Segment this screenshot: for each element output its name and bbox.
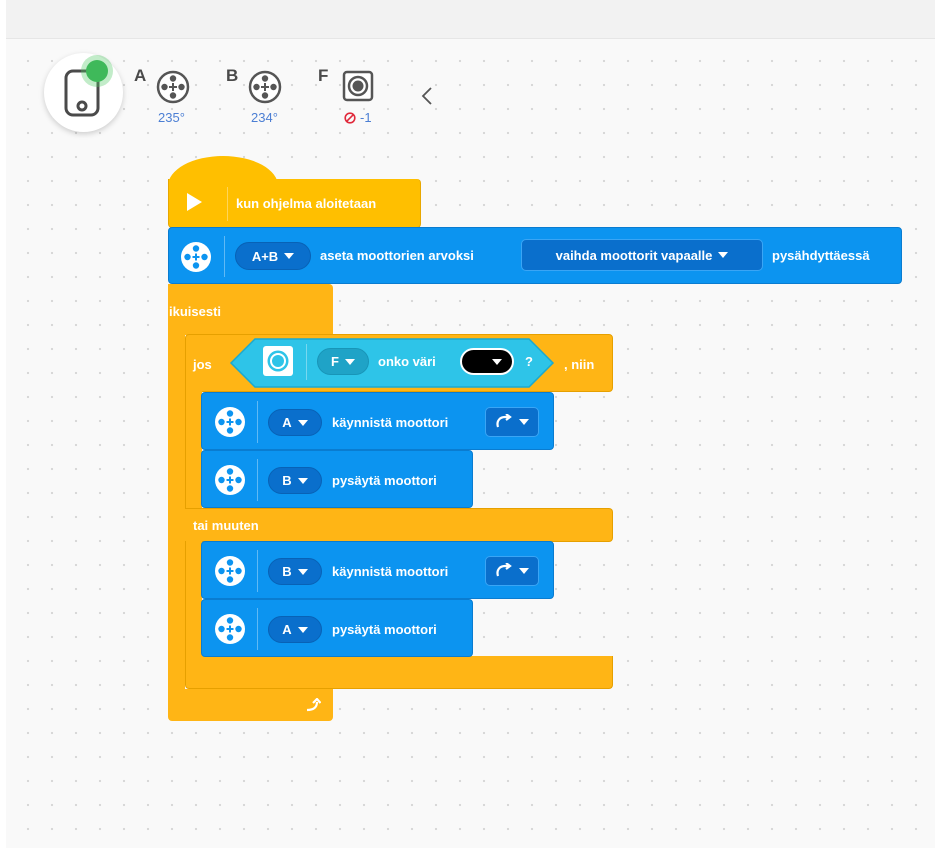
- forever-block-footer: [168, 689, 333, 721]
- direction-dropdown[interactable]: [485, 556, 539, 586]
- caret-down-icon: [297, 626, 308, 633]
- port-letter: F: [318, 66, 329, 85]
- port-value: 234°: [251, 110, 278, 125]
- caret-down-icon: [344, 358, 355, 365]
- start-motor-block[interactable]: B käynnistä moottori: [201, 541, 554, 599]
- motor-port-dropdown[interactable]: B: [268, 467, 322, 494]
- hub-connect-button[interactable]: [44, 53, 123, 132]
- motor-port-dropdown[interactable]: A+B: [235, 242, 311, 270]
- start-motor-block[interactable]: A käynnistä moottori: [201, 392, 554, 450]
- caret-down-icon: [297, 477, 308, 484]
- stop-motor-block[interactable]: A pysäytä moottori: [201, 599, 473, 657]
- color-sensor-icon: [342, 70, 374, 102]
- clockwise-icon: [496, 414, 512, 428]
- stop-mode-dropdown[interactable]: vaihda moottorit vapaalle: [521, 239, 763, 271]
- top-toolbar: [0, 0, 935, 39]
- motor-icon: [215, 407, 245, 437]
- if-else-footer: [185, 656, 613, 689]
- port-letter: B: [226, 66, 239, 85]
- play-icon: [187, 193, 202, 211]
- chevron-left-icon[interactable]: [420, 86, 434, 106]
- caret-down-icon: [297, 568, 308, 575]
- block-label: kun ohjelma aloitetaan: [236, 196, 377, 211]
- stop-motor-block[interactable]: B pysäytä moottori: [201, 450, 473, 508]
- port-value: 235°: [158, 110, 185, 125]
- caret-down-icon: [718, 252, 729, 258]
- motor-icon: [215, 614, 245, 644]
- caret-down-icon: [297, 419, 308, 426]
- port-b-indicator[interactable]: B 234°: [226, 66, 296, 126]
- motor-port-dropdown[interactable]: A: [268, 616, 322, 643]
- forever-block[interactable]: ikuisesti: [168, 284, 333, 335]
- motor-port-dropdown[interactable]: B: [268, 558, 322, 585]
- motor-port-dropdown[interactable]: A: [268, 409, 322, 436]
- motor-icon: [181, 242, 211, 272]
- motor-icon: [248, 70, 282, 104]
- no-color-icon: [344, 112, 356, 124]
- sensor-port-dropdown[interactable]: F: [317, 348, 369, 375]
- caret-down-icon: [519, 419, 529, 425]
- motor-icon: [215, 465, 245, 495]
- when-program-starts-block[interactable]: kun ohjelma aloitetaan: [168, 179, 421, 228]
- caret-down-icon: [492, 358, 502, 365]
- caret-down-icon: [519, 568, 529, 574]
- port-value: -1: [360, 110, 372, 125]
- color-sensor-icon: [263, 346, 293, 376]
- motor-icon: [156, 70, 190, 104]
- loop-arrow-icon: [306, 698, 321, 712]
- clockwise-icon: [496, 563, 512, 577]
- port-letter: A: [134, 66, 147, 85]
- set-motor-stop-block[interactable]: A+B aseta moottorien arvoksi vaihda moot…: [168, 227, 902, 284]
- direction-dropdown[interactable]: [485, 407, 539, 437]
- else-section: tai muuten: [185, 508, 613, 542]
- caret-down-icon: [284, 253, 295, 259]
- port-f-indicator[interactable]: F -1: [318, 66, 388, 126]
- motor-icon: [215, 556, 245, 586]
- port-a-indicator[interactable]: A 235°: [134, 66, 204, 126]
- connection-status-icon: [86, 60, 108, 82]
- color-dropdown[interactable]: [460, 348, 514, 375]
